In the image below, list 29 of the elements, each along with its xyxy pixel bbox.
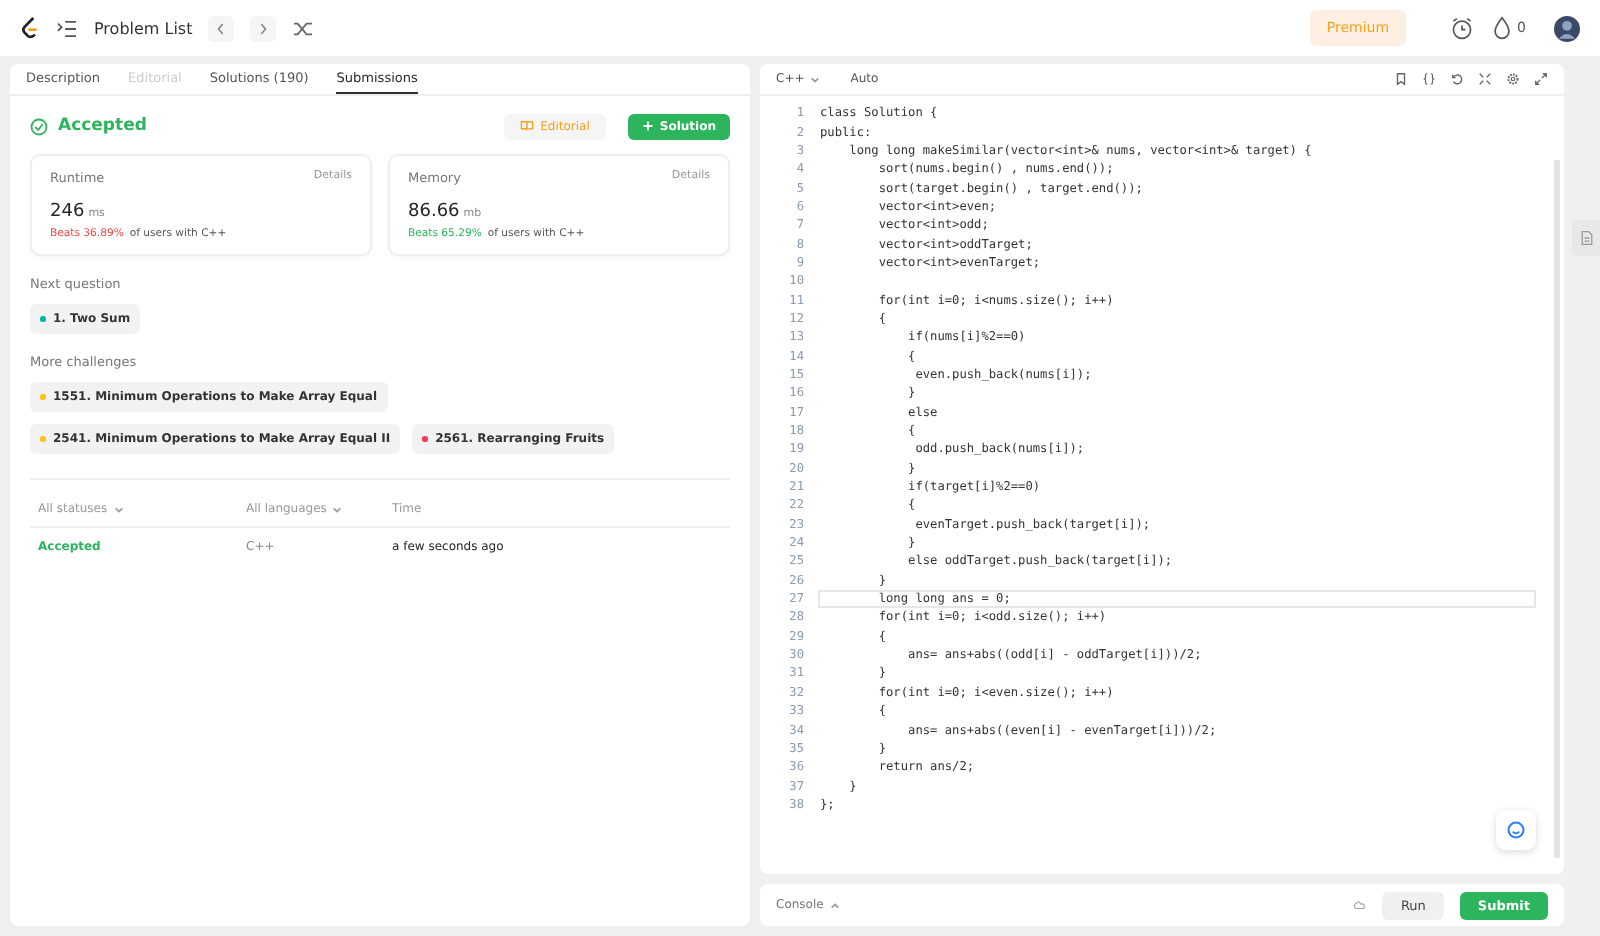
reset-icon[interactable] (1450, 72, 1464, 86)
book-icon (520, 120, 535, 132)
shuffle-icon[interactable] (292, 19, 315, 37)
expand-icon[interactable] (1534, 72, 1548, 86)
check-circle-icon (30, 117, 48, 135)
document-icon (1579, 230, 1593, 246)
bookmark-icon[interactable] (1394, 72, 1408, 86)
caret-icon (332, 505, 343, 513)
stat-value: 86.66 (408, 202, 460, 222)
caret-icon (810, 75, 821, 83)
plus-icon (641, 120, 654, 132)
settings-icon[interactable] (1506, 72, 1520, 86)
chevron-left-icon (216, 21, 227, 35)
logo-icon[interactable] (20, 16, 40, 40)
problem-list-link[interactable]: Problem List (94, 19, 193, 37)
caret-icon (829, 901, 840, 909)
previous-button[interactable] (208, 15, 235, 41)
braces-icon[interactable] (1422, 72, 1436, 86)
caret-icon (113, 505, 124, 513)
next-button[interactable] (250, 15, 277, 41)
smiley-icon (1506, 820, 1526, 840)
collapse-icon[interactable] (1478, 72, 1492, 86)
alarm-clock-icon[interactable] (1449, 16, 1474, 40)
accepted-status: Accepted (58, 116, 147, 136)
chevron-right-icon (258, 21, 269, 35)
avatar[interactable] (1554, 15, 1580, 41)
feedback-button[interactable] (1496, 810, 1536, 850)
list-icon[interactable] (56, 19, 78, 37)
stat-value: 246 (50, 202, 85, 222)
